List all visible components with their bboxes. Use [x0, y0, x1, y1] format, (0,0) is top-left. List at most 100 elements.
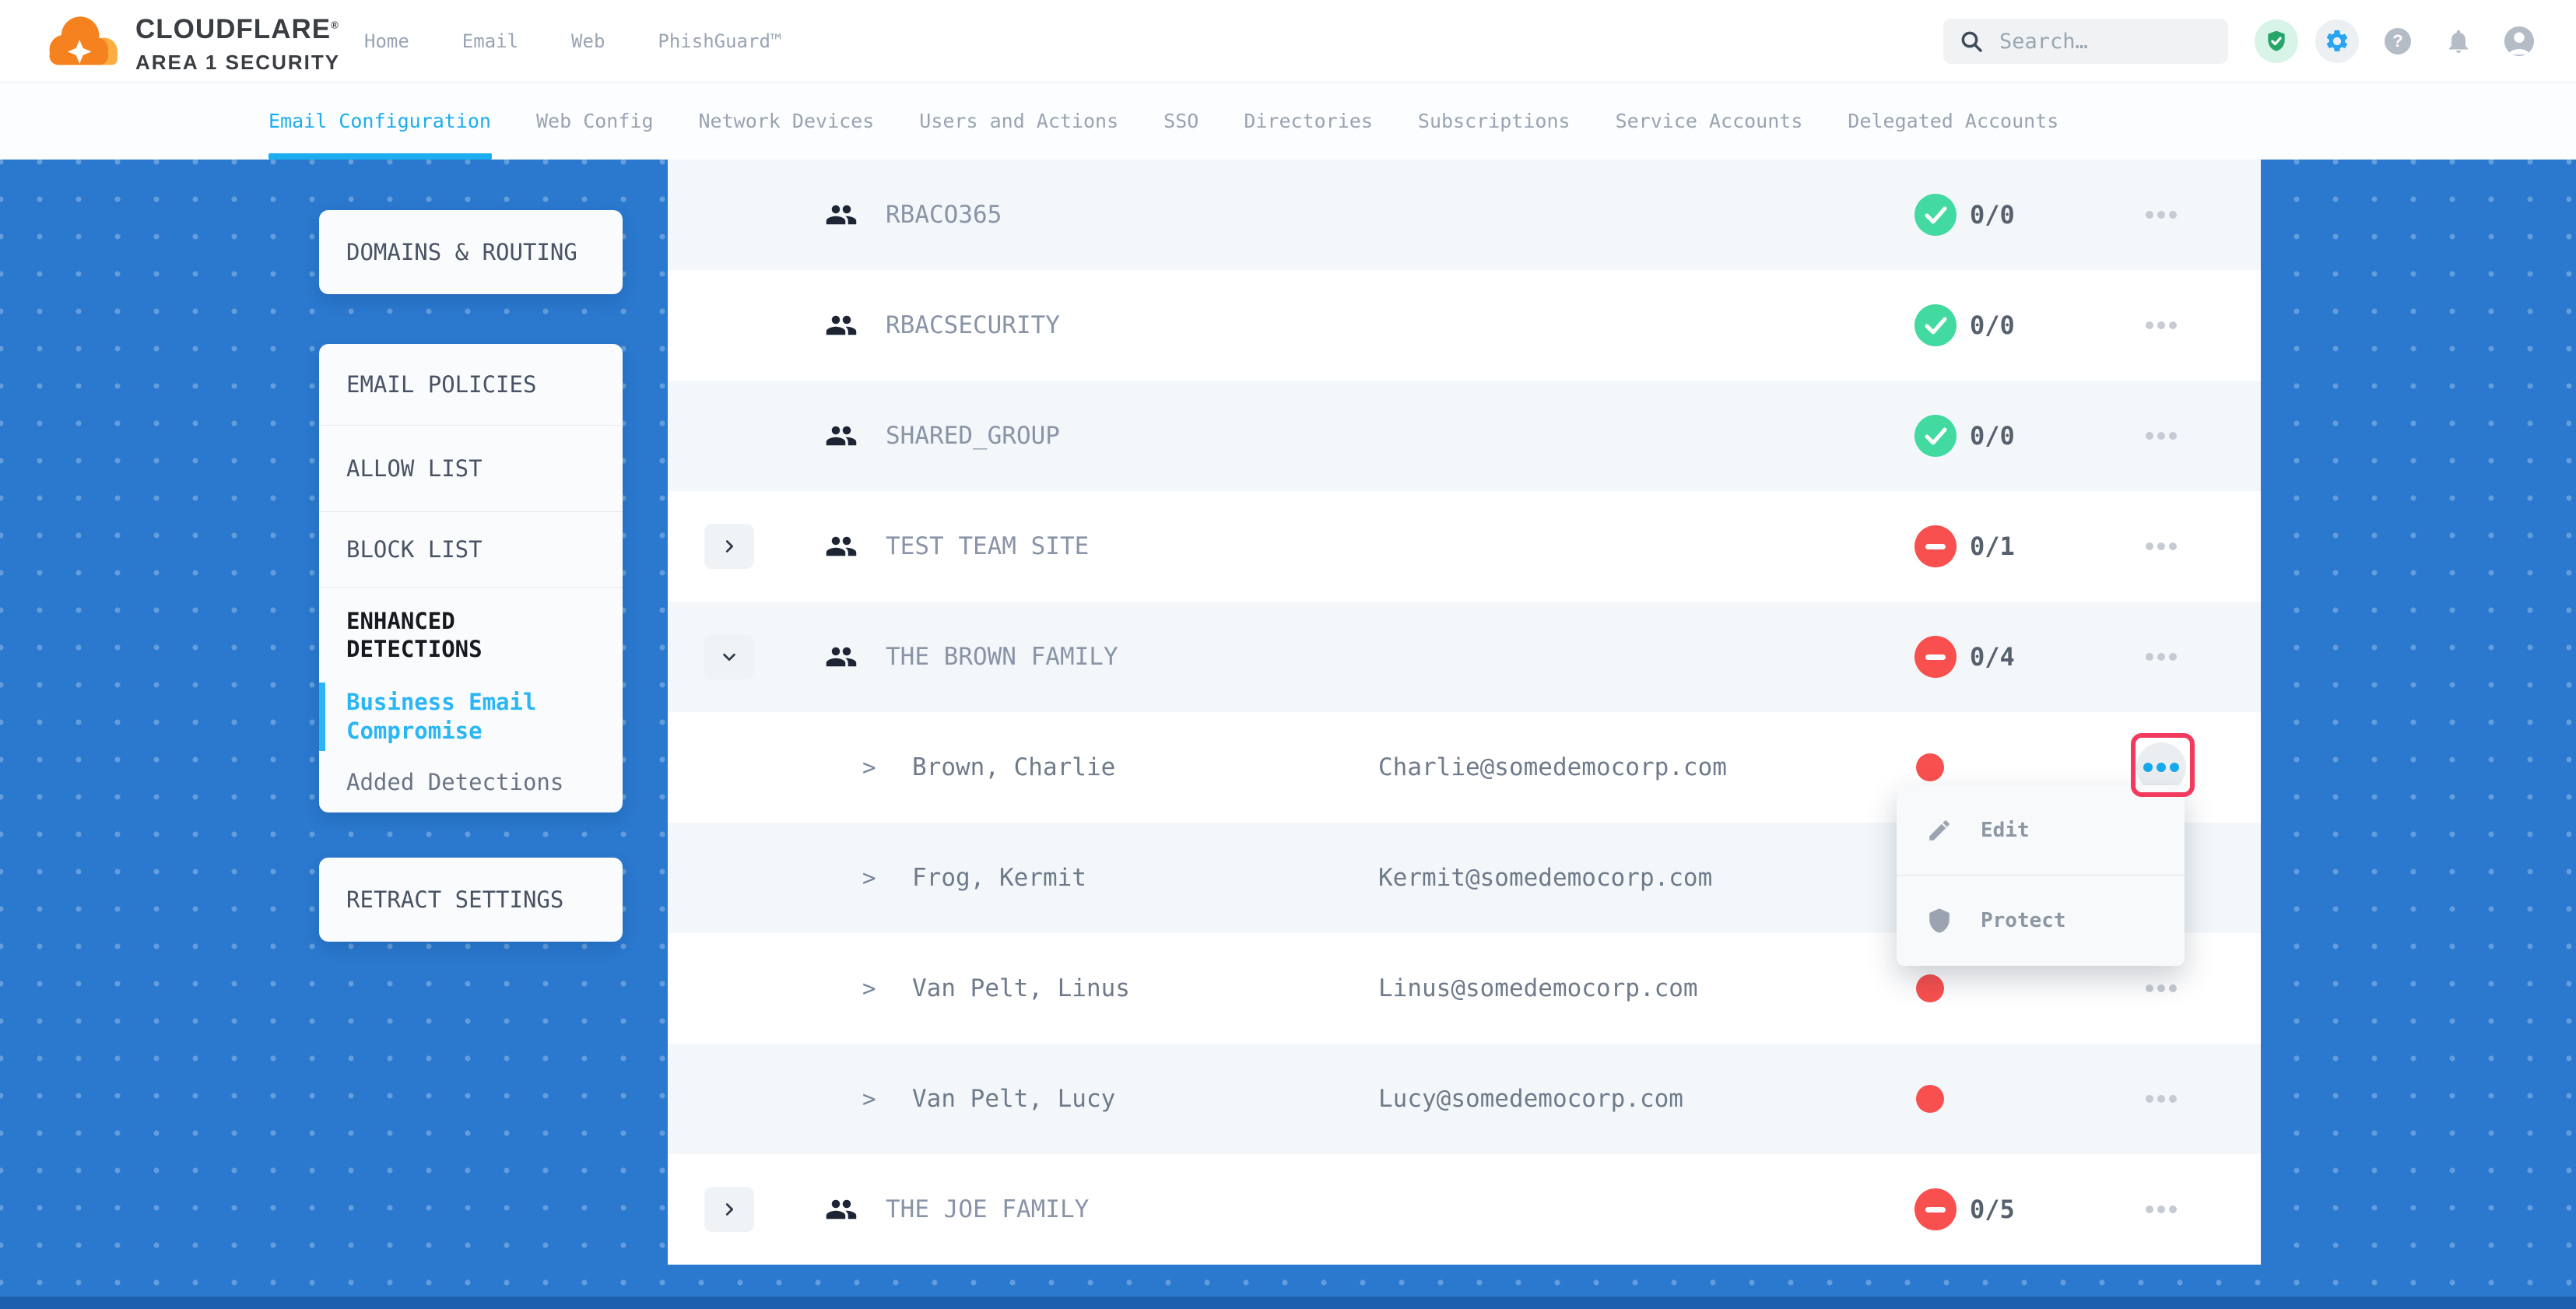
sidebar-item-block-list[interactable]: BLOCK LIST: [319, 512, 623, 587]
tab-directories[interactable]: Directories: [1244, 110, 1373, 132]
tab-network-devices[interactable]: Network Devices: [699, 110, 875, 132]
registered-mark: ®: [331, 19, 339, 30]
pencil-icon: [1926, 817, 1953, 844]
click-highlight-annotation: [2131, 733, 2195, 797]
group-icon: [825, 1193, 858, 1226]
row-actions-button[interactable]: [2136, 963, 2186, 1013]
sidebar-item-added-detections[interactable]: Added Detections: [319, 751, 623, 812]
member-email: Lucy@somedemocorp.com: [1378, 1085, 1683, 1113]
chevron-right-icon: [721, 538, 738, 555]
notifications-bell-icon[interactable]: [2437, 19, 2480, 63]
expand-toggle-button[interactable]: [704, 524, 754, 569]
group-name: THE BROWN FAMILY: [886, 643, 1118, 671]
sidebar-item-label: DOMAINS & ROUTING: [346, 238, 595, 266]
tab-subscriptions[interactable]: Subscriptions: [1418, 110, 1571, 132]
status-blocked-icon: [1914, 636, 1957, 678]
group-table: RBACO3650/0RBACSECURITY0/0SHARED_GROUP0/…: [668, 160, 2261, 1265]
status-ok-icon: [1914, 415, 1957, 457]
group-icon: [825, 309, 858, 342]
status-count: 0/1: [1970, 532, 2015, 561]
help-icon[interactable]: ?: [2376, 19, 2420, 63]
dots-icon: [2157, 542, 2165, 550]
active-tab-underline: [268, 153, 492, 160]
row-actions-button[interactable]: [2136, 411, 2186, 461]
tab-email-configuration[interactable]: Email Configuration: [268, 110, 491, 132]
dots-icon: [2146, 1095, 2153, 1103]
dots-icon: [2169, 542, 2177, 550]
dots-icon: [2169, 211, 2177, 219]
sidebar-item-email-policies[interactable]: EMAIL POLICIES: [319, 344, 623, 425]
member-email: Charlie@somedemocorp.com: [1378, 753, 1727, 781]
tab-web-config[interactable]: Web Config: [536, 110, 654, 132]
sidebar-item-label: ENHANCED DETECTIONS: [346, 607, 595, 663]
nav-item-web[interactable]: Web: [571, 30, 605, 52]
status-blocked-icon: [1914, 525, 1957, 567]
sidebar-item-retract-settings[interactable]: RETRACT SETTINGS: [319, 858, 623, 942]
dots-icon: [2169, 653, 2177, 661]
chevron-right-icon: [721, 1201, 738, 1218]
dots-icon: [2169, 984, 2177, 992]
bottom-strip: [0, 1297, 2576, 1309]
nav-item-home[interactable]: Home: [364, 30, 409, 52]
minus-glyph: [1925, 1207, 1946, 1212]
status-count: 0/0: [1970, 311, 2015, 340]
dots-icon: [2146, 211, 2153, 219]
expand-toggle-button[interactable]: [704, 634, 754, 679]
dots-icon: [2157, 321, 2165, 329]
sidebar-item-allow-list[interactable]: ALLOW LIST: [319, 426, 623, 511]
row-actions-button[interactable]: [2136, 190, 2186, 240]
settings-gear-icon[interactable]: [2315, 19, 2359, 63]
dots-icon: [2169, 1095, 2177, 1103]
status-count: 0/0: [1970, 200, 2015, 230]
member-chevron-icon: >: [862, 865, 876, 891]
group-icon: [825, 419, 858, 452]
page-background: CLOUDFLARE® AREA 1 SECURITY HomeEmailWeb…: [0, 0, 2576, 1309]
table-row-test-team-site: TEST TEAM SITE 0/1: [668, 491, 2261, 602]
search-input[interactable]: [1999, 30, 2213, 54]
shield-check-icon[interactable]: [2255, 19, 2298, 63]
row-actions-button[interactable]: [2136, 1184, 2186, 1234]
chevron-down-icon: [721, 648, 738, 665]
alert-dot-icon: [1916, 1085, 1944, 1113]
menu-item-label: Edit: [1981, 819, 2030, 842]
row-actions-button[interactable]: [2136, 1074, 2186, 1124]
search-icon: [1959, 29, 1984, 54]
dots-icon: [2157, 1205, 2165, 1213]
member-name: Frog, Kermit: [912, 864, 1086, 892]
status-blocked-icon: [1914, 1188, 1957, 1230]
dots-icon: [2157, 1095, 2165, 1103]
expand-toggle-button[interactable]: [704, 1187, 754, 1232]
sidebar-card: DOMAINS & ROUTING: [319, 210, 623, 294]
dots-icon: [2146, 321, 2153, 329]
dots-icon: [2169, 1205, 2177, 1213]
cloudflare-cloud-logo-icon: [39, 9, 123, 72]
menu-item-protect[interactable]: Protect: [1897, 876, 2185, 965]
dots-icon: [2146, 653, 2153, 661]
row-actions-button[interactable]: [2136, 300, 2186, 350]
account-icon[interactable]: [2497, 19, 2541, 63]
nav-item-email[interactable]: Email: [462, 30, 518, 52]
group-icon: [825, 640, 858, 673]
status-count: 0/4: [1970, 642, 2015, 672]
menu-item-edit[interactable]: Edit: [1897, 785, 2185, 875]
row-actions-button[interactable]: [2136, 521, 2186, 571]
sidebar-item-business-email-compromise[interactable]: Business Email Compromise: [319, 683, 623, 751]
shield-icon: [1926, 907, 1953, 934]
tab-service-accounts[interactable]: Service Accounts: [1616, 110, 1803, 132]
nav-item-phishguard[interactable]: PhishGuard™: [658, 30, 781, 52]
status-ok-icon: [1914, 194, 1957, 236]
table-row-rbacsecurity: RBACSECURITY0/0: [668, 270, 2261, 381]
dots-icon: [2157, 984, 2165, 992]
tab-users-and-actions[interactable]: Users and Actions: [919, 110, 1118, 132]
group-icon: [825, 198, 858, 231]
sidebar-item-label: BLOCK LIST: [346, 535, 595, 563]
group-name: TEST TEAM SITE: [886, 532, 1089, 560]
sidebar-item-enhanced-detections[interactable]: ENHANCED DETECTIONS: [319, 588, 623, 683]
brand-name: CLOUDFLARE®: [135, 14, 340, 45]
tab-delegated-accounts[interactable]: Delegated Accounts: [1848, 110, 2058, 132]
alert-dot-icon: [1916, 974, 1944, 1002]
sidebar-item-domains-routing[interactable]: DOMAINS & ROUTING: [319, 210, 623, 294]
member-name: Van Pelt, Linus: [912, 974, 1130, 1002]
row-actions-button[interactable]: [2136, 632, 2186, 682]
tab-sso[interactable]: SSO: [1163, 110, 1199, 132]
